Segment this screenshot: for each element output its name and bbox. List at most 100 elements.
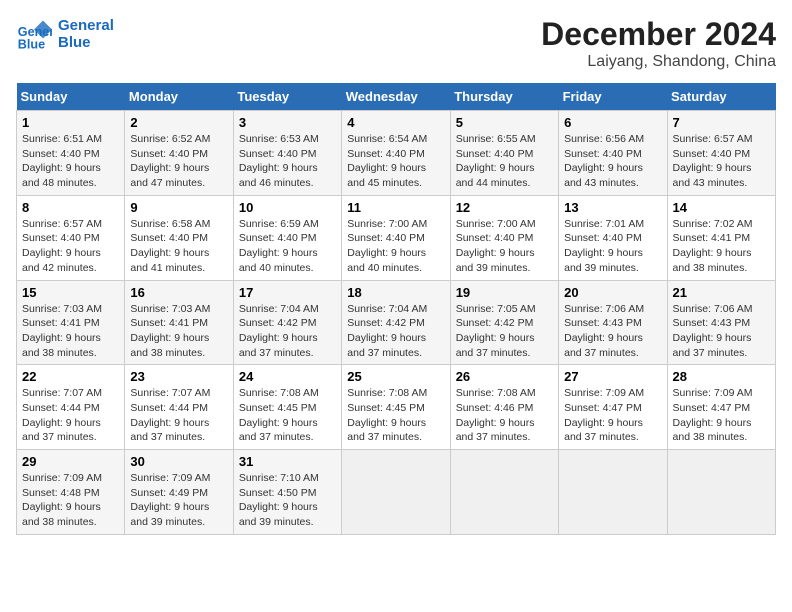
calendar-cell: [667, 450, 775, 535]
calendar-cell: 30 Sunrise: 7:09 AM Sunset: 4:49 PM Dayli…: [125, 450, 233, 535]
calendar-cell: 28 Sunrise: 7:09 AM Sunset: 4:47 PM Dayli…: [667, 365, 775, 450]
day-detail: Sunrise: 7:08 AM Sunset: 4:45 PM Dayligh…: [239, 386, 336, 445]
logo: General Blue General Blue: [16, 16, 114, 52]
weekday-header-tuesday: Tuesday: [233, 83, 341, 111]
calendar-body: 1 Sunrise: 6:51 AM Sunset: 4:40 PM Daylig…: [17, 111, 776, 535]
day-number: 16: [130, 285, 227, 300]
day-detail: Sunrise: 7:10 AM Sunset: 4:50 PM Dayligh…: [239, 471, 336, 530]
day-detail: Sunrise: 7:08 AM Sunset: 4:45 PM Dayligh…: [347, 386, 444, 445]
day-number: 5: [456, 115, 553, 130]
calendar-cell: 31Sunrise: 7:10 AM Sunset: 4:50 PM Dayli…: [233, 450, 341, 535]
day-detail: Sunrise: 6:54 AM Sunset: 4:40 PM Dayligh…: [347, 132, 444, 191]
day-number: 17: [239, 285, 336, 300]
day-detail: Sunrise: 7:09 AM Sunset: 4:47 PM Dayligh…: [673, 386, 770, 445]
calendar-cell: 18Sunrise: 7:04 AM Sunset: 4:42 PM Dayli…: [342, 280, 450, 365]
day-number: 27: [564, 369, 661, 384]
day-detail: Sunrise: 6:53 AM Sunset: 4:40 PM Dayligh…: [239, 132, 336, 191]
calendar-cell: 4Sunrise: 6:54 AM Sunset: 4:40 PM Daylig…: [342, 111, 450, 196]
day-number: 3: [239, 115, 336, 130]
calendar-cell: 15 Sunrise: 7:03 AM Sunset: 4:41 PM Dayli…: [17, 280, 125, 365]
logo-line2: Blue: [58, 34, 114, 51]
day-detail: Sunrise: 6:51 AM Sunset: 4:40 PM Dayligh…: [22, 132, 119, 191]
day-number: 9: [130, 200, 227, 215]
calendar-cell: 23Sunrise: 7:07 AM Sunset: 4:44 PM Dayli…: [125, 365, 233, 450]
calendar-table: SundayMondayTuesdayWednesdayThursdayFrid…: [16, 83, 776, 535]
calendar-cell: 24 Sunrise: 7:08 AM Sunset: 4:45 PM Dayli…: [233, 365, 341, 450]
day-detail: Sunrise: 7:08 AM Sunset: 4:46 PM Dayligh…: [456, 386, 553, 445]
weekday-header-wednesday: Wednesday: [342, 83, 450, 111]
day-number: 22: [22, 369, 119, 384]
calendar-cell: 12 Sunrise: 7:00 AM Sunset: 4:40 PM Dayli…: [450, 195, 558, 280]
weekday-header-friday: Friday: [559, 83, 667, 111]
calendar-cell: 22 Sunrise: 7:07 AM Sunset: 4:44 PM Dayli…: [17, 365, 125, 450]
day-number: 11: [347, 200, 444, 215]
day-number: 28: [673, 369, 770, 384]
day-detail: Sunrise: 6:56 AM Sunset: 4:40 PM Dayligh…: [564, 132, 661, 191]
day-number: 29: [22, 454, 119, 469]
calendar-cell: 3 Sunrise: 6:53 AM Sunset: 4:40 PM Daylig…: [233, 111, 341, 196]
day-detail: Sunrise: 7:03 AM Sunset: 4:41 PM Dayligh…: [22, 302, 119, 361]
calendar-cell: [342, 450, 450, 535]
calendar-cell: 17 Sunrise: 7:04 AM Sunset: 4:42 PM Dayli…: [233, 280, 341, 365]
day-detail: Sunrise: 7:07 AM Sunset: 4:44 PM Dayligh…: [22, 386, 119, 445]
day-number: 21: [673, 285, 770, 300]
day-number: 25: [347, 369, 444, 384]
day-detail: Sunrise: 7:00 AM Sunset: 4:40 PM Dayligh…: [456, 217, 553, 276]
day-detail: Sunrise: 6:55 AM Sunset: 4:40 PM Dayligh…: [456, 132, 553, 191]
weekday-header-thursday: Thursday: [450, 83, 558, 111]
day-detail: Sunrise: 7:09 AM Sunset: 4:48 PM Dayligh…: [22, 471, 119, 530]
day-detail: Sunrise: 7:06 AM Sunset: 4:43 PM Dayligh…: [673, 302, 770, 361]
day-number: 6: [564, 115, 661, 130]
calendar-cell: 11 Sunrise: 7:00 AM Sunset: 4:40 PM Dayli…: [342, 195, 450, 280]
day-detail: Sunrise: 7:00 AM Sunset: 4:40 PM Dayligh…: [347, 217, 444, 276]
calendar-week-2: 8Sunrise: 6:57 AM Sunset: 4:40 PM Daylig…: [17, 195, 776, 280]
day-detail: Sunrise: 7:02 AM Sunset: 4:41 PM Dayligh…: [673, 217, 770, 276]
day-detail: Sunrise: 7:09 AM Sunset: 4:49 PM Dayligh…: [130, 471, 227, 530]
calendar-cell: 25 Sunrise: 7:08 AM Sunset: 4:45 PM Dayli…: [342, 365, 450, 450]
day-number: 24: [239, 369, 336, 384]
day-number: 30: [130, 454, 227, 469]
day-number: 15: [22, 285, 119, 300]
day-detail: Sunrise: 7:09 AM Sunset: 4:47 PM Dayligh…: [564, 386, 661, 445]
day-number: 1: [22, 115, 119, 130]
day-detail: Sunrise: 7:03 AM Sunset: 4:41 PM Dayligh…: [130, 302, 227, 361]
calendar-cell: 10Sunrise: 6:59 AM Sunset: 4:40 PM Dayli…: [233, 195, 341, 280]
day-detail: Sunrise: 7:04 AM Sunset: 4:42 PM Dayligh…: [239, 302, 336, 361]
day-detail: Sunrise: 6:59 AM Sunset: 4:40 PM Dayligh…: [239, 217, 336, 276]
calendar-week-4: 22 Sunrise: 7:07 AM Sunset: 4:44 PM Dayli…: [17, 365, 776, 450]
calendar-cell: 13Sunrise: 7:01 AM Sunset: 4:40 PM Dayli…: [559, 195, 667, 280]
day-number: 13: [564, 200, 661, 215]
title-block: December 2024 Laiyang, Shandong, China: [541, 16, 776, 71]
calendar-cell: 14 Sunrise: 7:02 AM Sunset: 4:41 PM Dayli…: [667, 195, 775, 280]
month-title: December 2024: [541, 16, 776, 53]
calendar-cell: 16 Sunrise: 7:03 AM Sunset: 4:41 PM Dayli…: [125, 280, 233, 365]
weekday-header-saturday: Saturday: [667, 83, 775, 111]
calendar-cell: 1 Sunrise: 6:51 AM Sunset: 4:40 PM Daylig…: [17, 111, 125, 196]
calendar-cell: 29 Sunrise: 7:09 AM Sunset: 4:48 PM Dayli…: [17, 450, 125, 535]
weekday-header-monday: Monday: [125, 83, 233, 111]
day-number: 19: [456, 285, 553, 300]
day-number: 2: [130, 115, 227, 130]
day-number: 26: [456, 369, 553, 384]
day-number: 8: [22, 200, 119, 215]
calendar-week-3: 15 Sunrise: 7:03 AM Sunset: 4:41 PM Dayli…: [17, 280, 776, 365]
calendar-cell: 19 Sunrise: 7:05 AM Sunset: 4:42 PM Dayli…: [450, 280, 558, 365]
day-detail: Sunrise: 6:58 AM Sunset: 4:40 PM Dayligh…: [130, 217, 227, 276]
day-detail: Sunrise: 7:05 AM Sunset: 4:42 PM Dayligh…: [456, 302, 553, 361]
logo-line1: General: [58, 17, 114, 34]
day-number: 14: [673, 200, 770, 215]
svg-text:Blue: Blue: [18, 37, 45, 51]
calendar-cell: 26 Sunrise: 7:08 AM Sunset: 4:46 PM Dayli…: [450, 365, 558, 450]
day-number: 23: [130, 369, 227, 384]
day-detail: Sunrise: 6:57 AM Sunset: 4:40 PM Dayligh…: [673, 132, 770, 191]
day-number: 18: [347, 285, 444, 300]
day-number: 12: [456, 200, 553, 215]
calendar-week-1: 1 Sunrise: 6:51 AM Sunset: 4:40 PM Daylig…: [17, 111, 776, 196]
weekday-header-sunday: Sunday: [17, 83, 125, 111]
calendar-cell: [450, 450, 558, 535]
calendar-cell: 6 Sunrise: 6:56 AM Sunset: 4:40 PM Daylig…: [559, 111, 667, 196]
calendar-cell: [559, 450, 667, 535]
calendar-cell: 8Sunrise: 6:57 AM Sunset: 4:40 PM Daylig…: [17, 195, 125, 280]
logo-icon: General Blue: [16, 16, 52, 52]
page-header: General Blue General Blue December 2024 …: [16, 16, 776, 71]
